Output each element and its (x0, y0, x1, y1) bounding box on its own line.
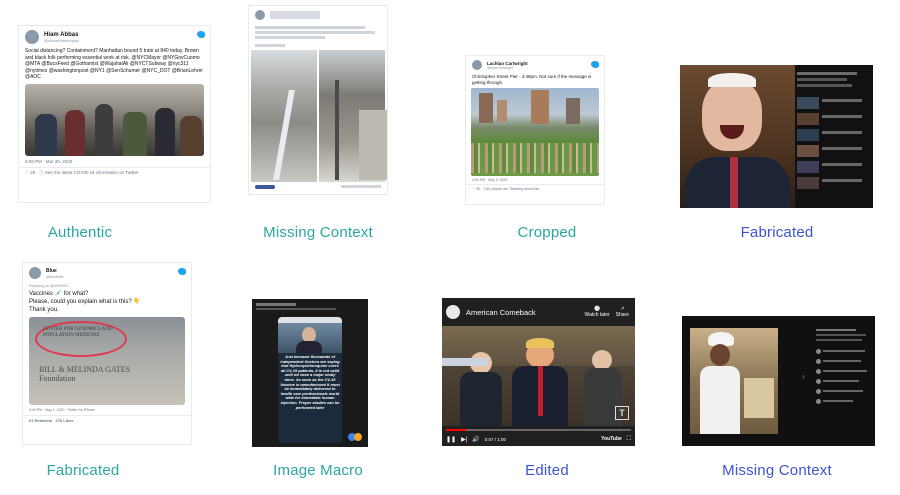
reaction-icons (348, 433, 362, 441)
pause-icon[interactable]: ❚❚ (446, 436, 456, 443)
caption-fabricated-1: Fabricated (740, 224, 814, 241)
video-sidebar (797, 69, 869, 189)
doctor-photo (278, 323, 342, 353)
tweet-time: 4:09 PM · May 3, 2020 (472, 178, 508, 182)
retweet-count: 61 Retweets (29, 418, 53, 423)
tweet-text: Christopher Street Pier - 4:48pm. Not su… (472, 74, 592, 85)
share-button[interactable]: ↗ Share (616, 306, 629, 318)
tweet-footer: ♡ 29 ⓘ See the latest COVID-19 informati… (19, 166, 210, 178)
tweeting-info: 7.6K people are Tweeting about this (483, 187, 540, 191)
like-count: 276 Likes (55, 418, 74, 423)
avatar (472, 60, 482, 70)
youtube-logo-icon[interactable]: YouTube (601, 436, 622, 442)
tweet-text: Vaccines 💉 for what? Please, could you e… (29, 291, 141, 313)
fullscreen-icon[interactable]: ⛶ (627, 436, 631, 443)
tweet-footer: ♡ 3K 7.6K people are Tweeting about this (466, 184, 604, 193)
tweet-time: 5:09 PM · Mar 30, 2020 (25, 158, 73, 164)
macro-text: Just because thousands of independent Do… (280, 354, 340, 410)
t-logo-icon: T (615, 406, 629, 420)
post-text-lines (249, 26, 387, 47)
thumbnail-fabricated-1[interactable] (680, 65, 873, 208)
pier-photo (471, 88, 599, 176)
volume-icon[interactable]: 🔊 (472, 436, 479, 443)
gates-sign-photo: CENTER FOR GENOMICS AND POPULATION MEDIC… (29, 317, 185, 405)
video-title: American Comeback (466, 307, 536, 317)
caption-fabricated-2: Fabricated (46, 462, 120, 479)
sign-line-2: BILL & MELINDA GATES Foundation (39, 365, 131, 383)
avatar (255, 10, 265, 20)
tweet-footer: 61 Retweets 276 Likes (23, 415, 191, 425)
tweet-author-handle: @lachCartwright (487, 65, 513, 70)
tweet-header: Lachlan Cartwright @lachCartwright (466, 56, 604, 74)
thumbnail-fabricated-2[interactable]: Blue @BlueMe Replying to @MSNBC Vaccines… (22, 262, 192, 445)
caption-edited: Edited (525, 462, 569, 479)
tweet-author-name: Hiam Abbas (44, 31, 79, 38)
channel-avatar (446, 305, 460, 319)
tweet-author-name: Lachlan Cartwright (487, 60, 528, 66)
thumbnail-image-macro[interactable]: Just because thousands of independent Do… (252, 299, 368, 447)
like-count: 29 (30, 169, 36, 175)
progress-bar[interactable] (446, 429, 631, 431)
video-controls: ❚❚ ▶| 🔊 0:07 / 1:00 YouTube ⛶ (446, 433, 631, 445)
thumbnail-missing-context-1[interactable] (248, 5, 388, 195)
thumbnail-edited[interactable]: T American Comeback 🕒 Watch later ↗ Share … (442, 298, 635, 446)
video-header: American Comeback 🕒 Watch later ↗ Share (442, 298, 635, 326)
time-display: 0:07 / 1:00 (484, 436, 507, 442)
next-icon[interactable]: ▶| (461, 436, 467, 443)
thumbnail-missing-context-2[interactable]: › (682, 316, 875, 446)
tweet-header: Blue @BlueMe (23, 263, 191, 283)
next-arrow-icon[interactable]: › (802, 372, 805, 381)
speaker-video (680, 65, 795, 208)
twitter-bird-icon (591, 61, 599, 68)
subway-photo (25, 83, 204, 156)
covid-info: See the latest COVID-19 information on T… (44, 169, 139, 175)
tweet-author-handle: @showmethesquity (44, 37, 79, 43)
watch-later-button[interactable]: 🕒 Watch later (585, 306, 610, 318)
caption-cropped: Cropped (517, 224, 577, 241)
video-frame: T (442, 326, 635, 426)
tweet-time: 3:40 PM · May 1, 2020 · Twitter for iPho… (29, 408, 95, 412)
like-count: 3K (476, 187, 481, 191)
tweet-header: Hiam Abbas @showmethesquity (19, 26, 210, 48)
street-photos (249, 50, 387, 182)
caption-image-macro: Image Macro (273, 462, 363, 479)
tweet-text: Social distancing? Containment? Manhatta… (25, 48, 203, 80)
caption-authentic: Authentic (47, 224, 113, 241)
post-footer (249, 182, 387, 192)
comments-panel (816, 326, 872, 404)
thumbnail-cropped[interactable]: Lachlan Cartwright @lachCartwright Chris… (465, 55, 605, 205)
sign-line-1: CENTER FOR GENOMICS AND POPULATION MEDIC… (43, 327, 113, 338)
share-label: Share (615, 312, 629, 318)
twitter-bird-icon (178, 268, 186, 275)
twitter-bird-icon (197, 31, 205, 38)
avatar (29, 267, 41, 279)
thumbnail-authentic[interactable]: Hiam Abbas @showmethesquity Social dista… (18, 25, 211, 203)
caption-missing-context-2: Missing Context (722, 462, 832, 479)
watch-later-label: Watch later (584, 312, 610, 318)
post-header (249, 6, 387, 24)
avatar (25, 30, 39, 44)
caption-missing-context-1: Missing Context (263, 224, 373, 241)
phone-frame: Just because thousands of independent Do… (278, 317, 342, 443)
tweet-author-handle: @BlueMe (46, 273, 64, 279)
chef-photo (690, 328, 778, 434)
